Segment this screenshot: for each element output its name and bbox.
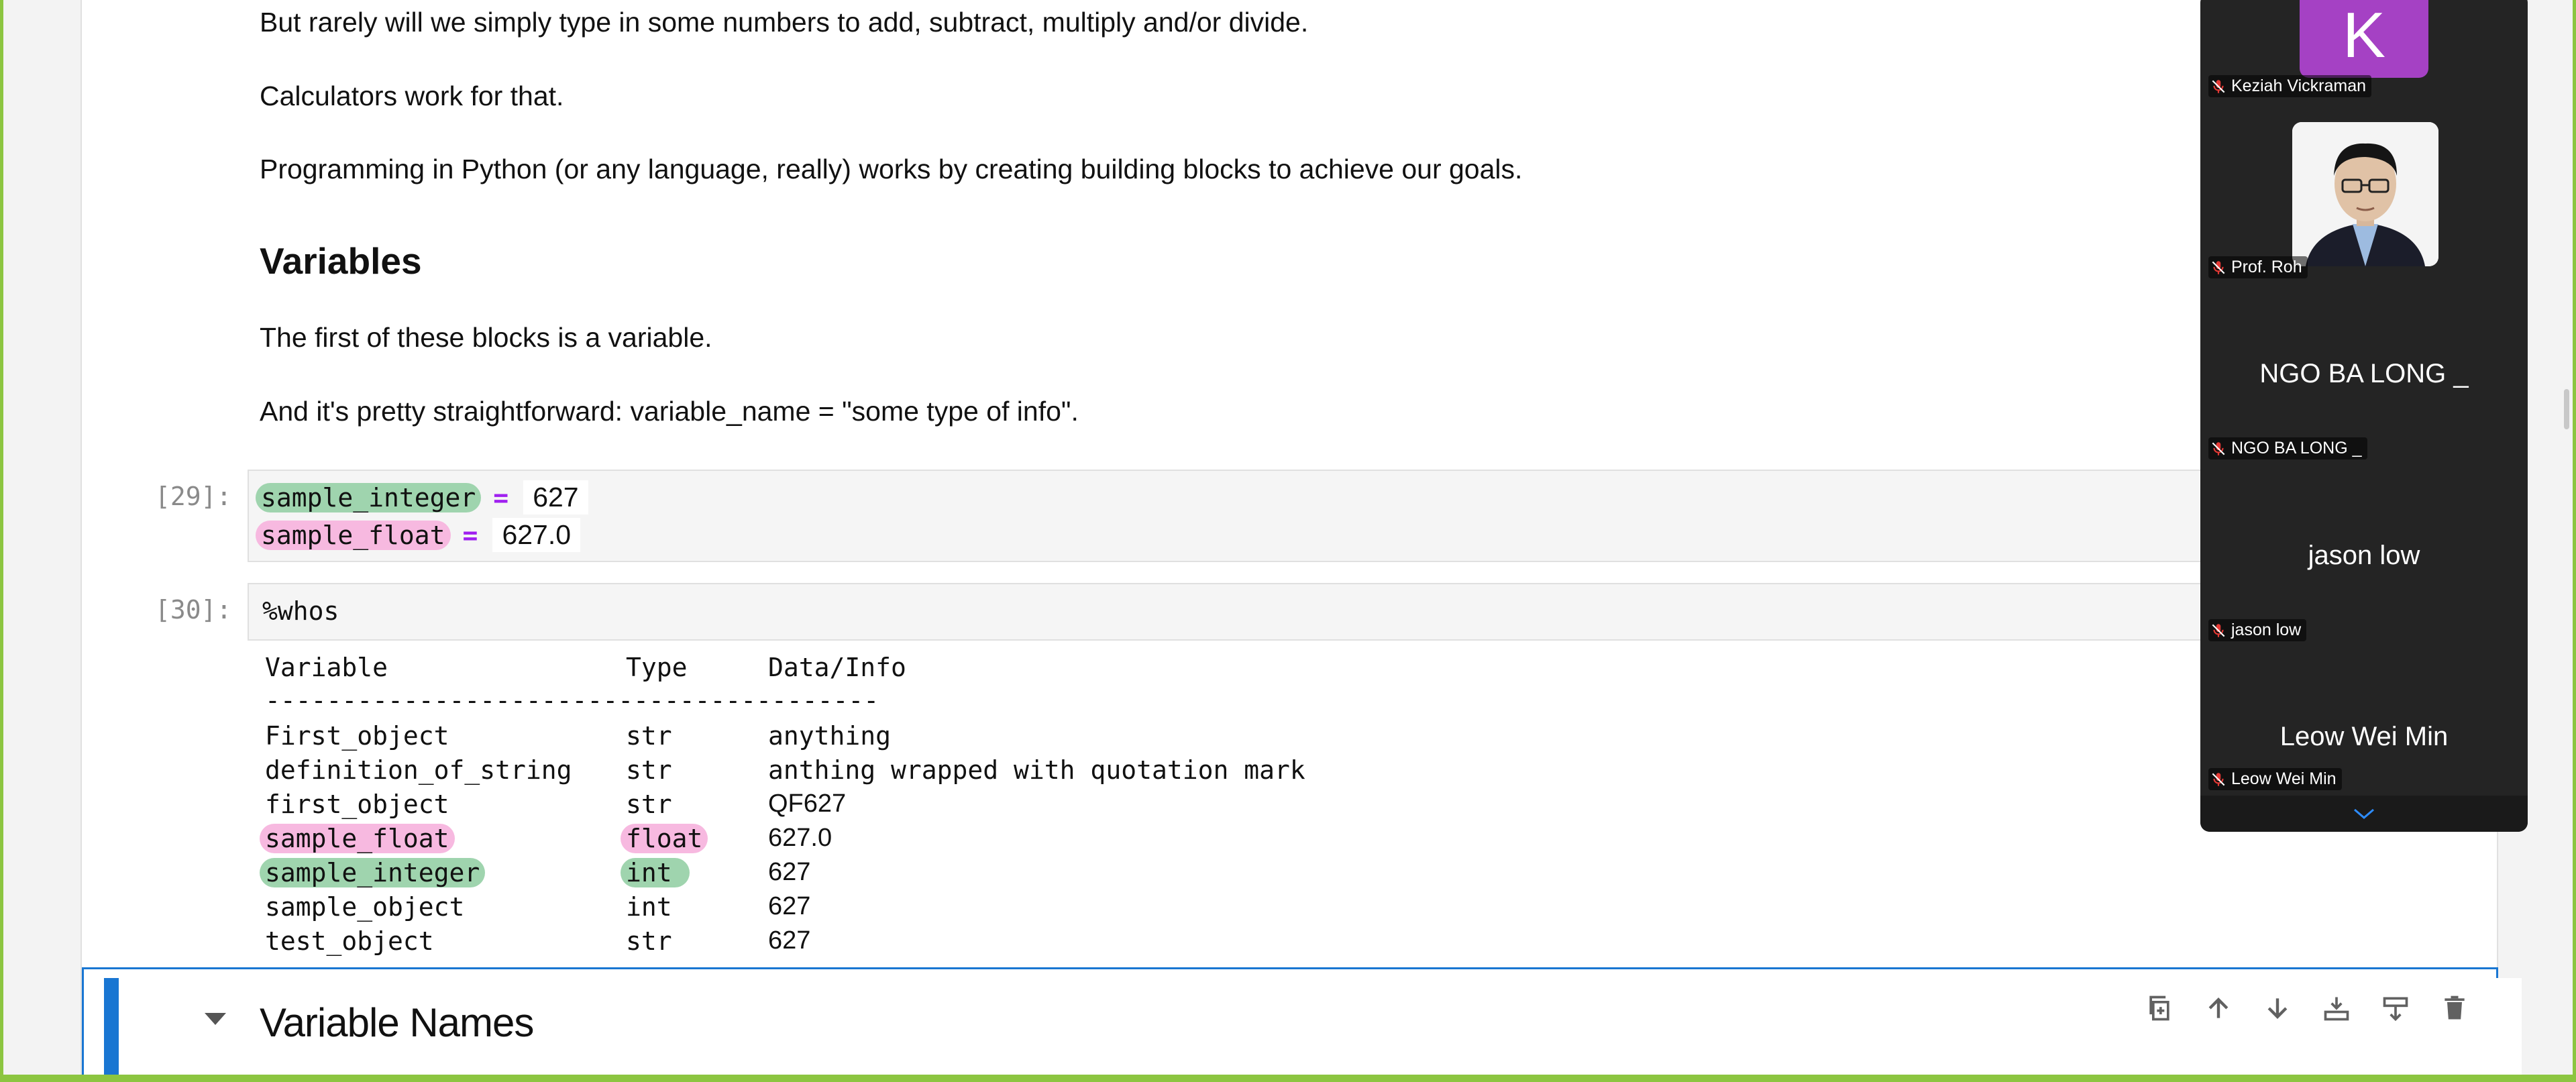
participant-label: jason low xyxy=(2208,619,2307,641)
scrollbar-thumb[interactable] xyxy=(2564,389,2569,429)
info-cell: 627.0 xyxy=(768,824,833,852)
insert-below-button[interactable] xyxy=(2307,989,2366,1027)
info-cell: 627 xyxy=(768,926,811,955)
variable-cell: sample_integer xyxy=(260,858,486,887)
notebook-frame: But rarely will we simply type in some n… xyxy=(3,0,2573,1075)
variable-token: sample_float xyxy=(256,520,451,550)
type-cell: int xyxy=(621,858,690,887)
cell-prompt: [29]: xyxy=(155,482,232,511)
output-header: Type xyxy=(626,653,688,682)
gallery-scroll-down-button[interactable] xyxy=(2200,796,2528,832)
participant-name: Leow Wei Min xyxy=(2231,769,2337,788)
participant-display-name[interactable]: jason low xyxy=(2200,541,2528,571)
participant-video-prof-roh[interactable] xyxy=(2292,122,2438,266)
cell-toolbar xyxy=(2130,989,2484,1027)
output-separator: ---------------------------------------- xyxy=(265,686,879,715)
participant-display-name[interactable]: NGO BA LONG _ xyxy=(2200,359,2528,389)
participant-display-name[interactable]: Leow Wei Min xyxy=(2200,722,2528,752)
variable-cell: sample_object xyxy=(265,892,465,922)
type-cell: float xyxy=(621,824,708,853)
info-cell: anything xyxy=(768,721,892,751)
move-down-button[interactable] xyxy=(2248,989,2307,1027)
delete-icon xyxy=(2445,995,2465,1020)
variable-cell: First_object xyxy=(265,721,449,751)
markdown-paragraph: The first of these blocks is a variable. xyxy=(260,322,712,353)
move-up-icon xyxy=(2208,997,2229,1018)
participant-name: jason low xyxy=(2231,620,2302,639)
info-cell: QF627 xyxy=(768,790,847,818)
variable-token: sample_integer xyxy=(256,482,482,512)
code-line: %whos xyxy=(262,596,339,626)
info-cell: 627 xyxy=(768,858,811,886)
mic-muted-icon xyxy=(2212,623,2225,637)
mic-muted-icon xyxy=(2212,772,2225,786)
participant-name: Keziah Vickraman xyxy=(2231,76,2367,95)
variable-cell: test_object xyxy=(265,926,434,956)
type-cell: str xyxy=(626,790,672,819)
chevron-down-icon xyxy=(2354,808,2374,819)
operator: = xyxy=(493,482,509,512)
operator: = xyxy=(462,520,478,550)
variable-cell: first_object xyxy=(265,790,449,819)
participant-label: Keziah Vickraman xyxy=(2208,75,2372,97)
value-token: 627 xyxy=(523,480,588,515)
code-cell-30[interactable]: %whos xyxy=(248,583,2525,641)
duplicate-button[interactable] xyxy=(2130,989,2189,1027)
markdown-paragraph: And it's pretty straightforward: variabl… xyxy=(260,396,1079,427)
type-cell: str xyxy=(626,755,672,785)
heading-variables: Variables xyxy=(260,240,422,282)
move-down-icon xyxy=(2267,998,2288,1019)
participant-label: NGO BA LONG _ xyxy=(2208,437,2367,459)
collapse-caret-icon[interactable] xyxy=(205,1013,226,1025)
code-line-2: sample_float = 627.0 xyxy=(256,518,581,552)
mic-muted-icon xyxy=(2212,260,2225,274)
markdown-paragraph: But rarely will we simply type in some n… xyxy=(260,7,1309,38)
markdown-paragraph: Calculators work for that. xyxy=(260,80,564,111)
value-token: 627.0 xyxy=(492,518,581,552)
merge-icon xyxy=(2383,997,2408,1022)
info-cell: anthing wrapped with quotation mark xyxy=(768,755,1305,785)
mic-muted-icon xyxy=(2212,79,2225,93)
code-cell-29[interactable]: sample_integer = 627 sample_float = 627.… xyxy=(248,470,2525,562)
output-header: Data/Info xyxy=(768,653,906,682)
participant-label: Prof. Roh xyxy=(2208,256,2308,278)
avatar[interactable]: K xyxy=(2300,0,2428,78)
participant-name: NGO BA LONG _ xyxy=(2231,439,2362,457)
info-cell: 627 xyxy=(768,892,811,920)
move-up-button[interactable] xyxy=(2189,989,2248,1027)
participant-name: Prof. Roh xyxy=(2231,258,2302,276)
cell-heading: Variable Names xyxy=(260,1000,534,1045)
left-gutter xyxy=(3,0,80,1075)
markdown-paragraph: Programming in Python (or any language, … xyxy=(260,154,1523,184)
variable-cell: definition_of_string xyxy=(265,755,572,785)
cell-prompt: [30]: xyxy=(155,595,232,625)
output-header: Variable xyxy=(265,653,388,682)
type-cell: str xyxy=(626,926,672,956)
duplicate-icon xyxy=(2149,995,2169,1021)
insert-below-icon xyxy=(2324,997,2349,1021)
mic-muted-icon xyxy=(2212,441,2225,455)
code-line-1: sample_integer = 627 xyxy=(256,480,588,515)
participant-label: Leow Wei Min xyxy=(2208,768,2342,790)
merge-button[interactable] xyxy=(2366,989,2425,1027)
delete-button[interactable] xyxy=(2425,989,2484,1027)
variable-cell: sample_float xyxy=(260,824,455,853)
type-cell: str xyxy=(626,721,672,751)
active-cell-indicator[interactable] xyxy=(104,978,119,1075)
type-cell: int xyxy=(626,892,672,922)
person-photo-icon xyxy=(2292,122,2438,266)
